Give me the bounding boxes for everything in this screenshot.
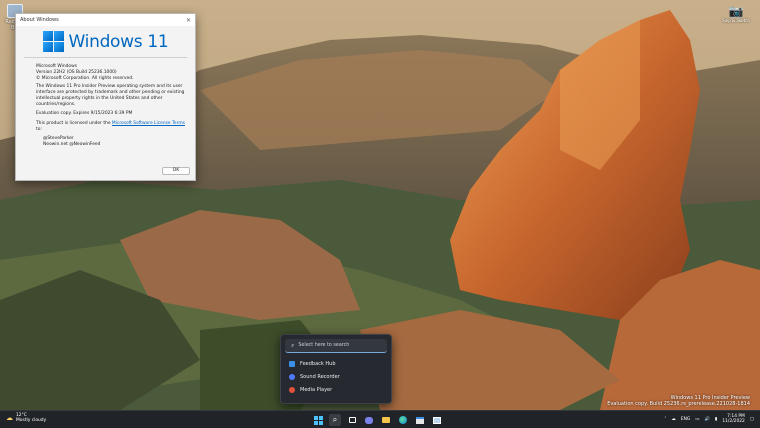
about-windows-icon [433, 416, 441, 424]
task-view-button[interactable] [346, 414, 358, 426]
edge-icon [399, 416, 407, 424]
dialog-titlebar[interactable]: About Windows ✕ [16, 14, 195, 26]
close-icon[interactable]: ✕ [186, 17, 191, 24]
folder-icon [382, 417, 390, 423]
snip-widget[interactable]: 📷 Snip & Sketch [722, 4, 750, 23]
taskbar: ☁ 12°C Mostly cloudy ⌕ ˄ ☁ ENG ▭ 🔊 ▮ 7:1… [0, 410, 760, 428]
search-flyout: ⌕ Select here to search Feedback Hub Sou… [280, 334, 392, 404]
search-result-feedback-hub[interactable]: Feedback Hub [285, 357, 387, 370]
search-result-label: Sound Recorder [300, 373, 340, 380]
divider [24, 57, 187, 58]
windows-logo-banner: Windows 11 [16, 31, 195, 52]
battery-icon[interactable]: ▮ [715, 417, 717, 422]
media-player-icon [289, 386, 295, 393]
search-placeholder: Select here to search [298, 343, 350, 348]
clock[interactable]: 7:14 PM 11/2/2022 [722, 414, 745, 424]
licensee-list: @SteveParker Neowin.net @NeowinFeed [36, 136, 187, 148]
copyright-text: © Microsoft Corporation. All rights rese… [36, 75, 134, 81]
logo-text: Windows 11 [68, 31, 169, 52]
store-button[interactable] [414, 414, 426, 426]
dialog-title: About Windows [20, 17, 59, 23]
ok-button[interactable]: OK [162, 167, 190, 175]
snip-widget-label: Snip & Sketch [722, 18, 750, 23]
edge-button[interactable] [397, 414, 409, 426]
chat-icon [365, 416, 373, 424]
winver-button[interactable] [431, 414, 443, 426]
about-windows-dialog: About Windows ✕ Windows 11 Microsoft Win… [15, 13, 196, 181]
system-tray: ˄ ☁ ENG ▭ 🔊 ▮ 7:14 PM 11/2/2022 ▢ [664, 414, 754, 424]
weather-icon: ☁ [6, 414, 13, 423]
weather-widget[interactable]: ☁ 12°C Mostly cloudy [6, 413, 46, 423]
weather-desc: Mostly cloudy [16, 418, 47, 424]
search-result-media-player[interactable]: Media Player [285, 383, 387, 396]
search-result-sound-recorder[interactable]: Sound Recorder [285, 370, 387, 383]
feedback-hub-icon [289, 360, 295, 367]
language-indicator[interactable]: ENG [681, 417, 690, 422]
licensee-org: Neowin.net @NeowinFeed [43, 141, 101, 147]
watermark-line-2: Evaluation copy. Build 25236.rs_prerelea… [607, 401, 750, 407]
license-suffix: to: [36, 127, 42, 133]
search-icon: ⌕ [332, 415, 338, 424]
evaluation-text: Evaluation copy. Expires 9/15/2023 6:39 … [36, 110, 133, 116]
search-button[interactable]: ⌕ [329, 414, 341, 426]
camera-icon: 📷 [728, 4, 744, 18]
license-terms-link[interactable]: Microsoft Software License Terms [112, 121, 185, 126]
chat-button[interactable] [363, 414, 375, 426]
search-results: Feedback Hub Sound Recorder Media Player [285, 357, 387, 396]
windows-logo-icon [42, 31, 64, 52]
sound-recorder-icon [289, 373, 295, 380]
search-icon: ⌕ [291, 341, 295, 349]
cloud-icon[interactable]: ☁ [671, 417, 675, 422]
legal-text: The Windows 11 Pro Insider Preview opera… [36, 84, 185, 107]
store-icon [416, 416, 424, 424]
license-text: This product is licensed under the Micro… [36, 121, 187, 133]
search-input[interactable]: ⌕ Select here to search [285, 339, 387, 353]
evaluation-watermark: Windows 11 Pro Insider Preview Evaluatio… [607, 395, 750, 407]
file-explorer-button[interactable] [380, 414, 392, 426]
volume-icon[interactable]: 🔊 [704, 417, 709, 422]
task-view-icon [348, 417, 356, 423]
search-result-label: Feedback Hub [300, 360, 336, 367]
dialog-body: Microsoft Windows Version 22H2 (OS Build… [16, 64, 195, 148]
clock-date: 11/2/2022 [722, 419, 745, 425]
network-icon[interactable]: ▭ [695, 417, 699, 422]
start-button[interactable] [312, 414, 324, 426]
windows-logo-icon [313, 415, 323, 425]
taskbar-apps: ⌕ [312, 414, 443, 426]
notification-icon[interactable]: ▢ [750, 417, 754, 422]
chevron-up-icon[interactable]: ˄ [664, 417, 666, 422]
search-result-label: Media Player [300, 386, 333, 393]
license-prefix: This product is licensed under the [36, 121, 112, 127]
